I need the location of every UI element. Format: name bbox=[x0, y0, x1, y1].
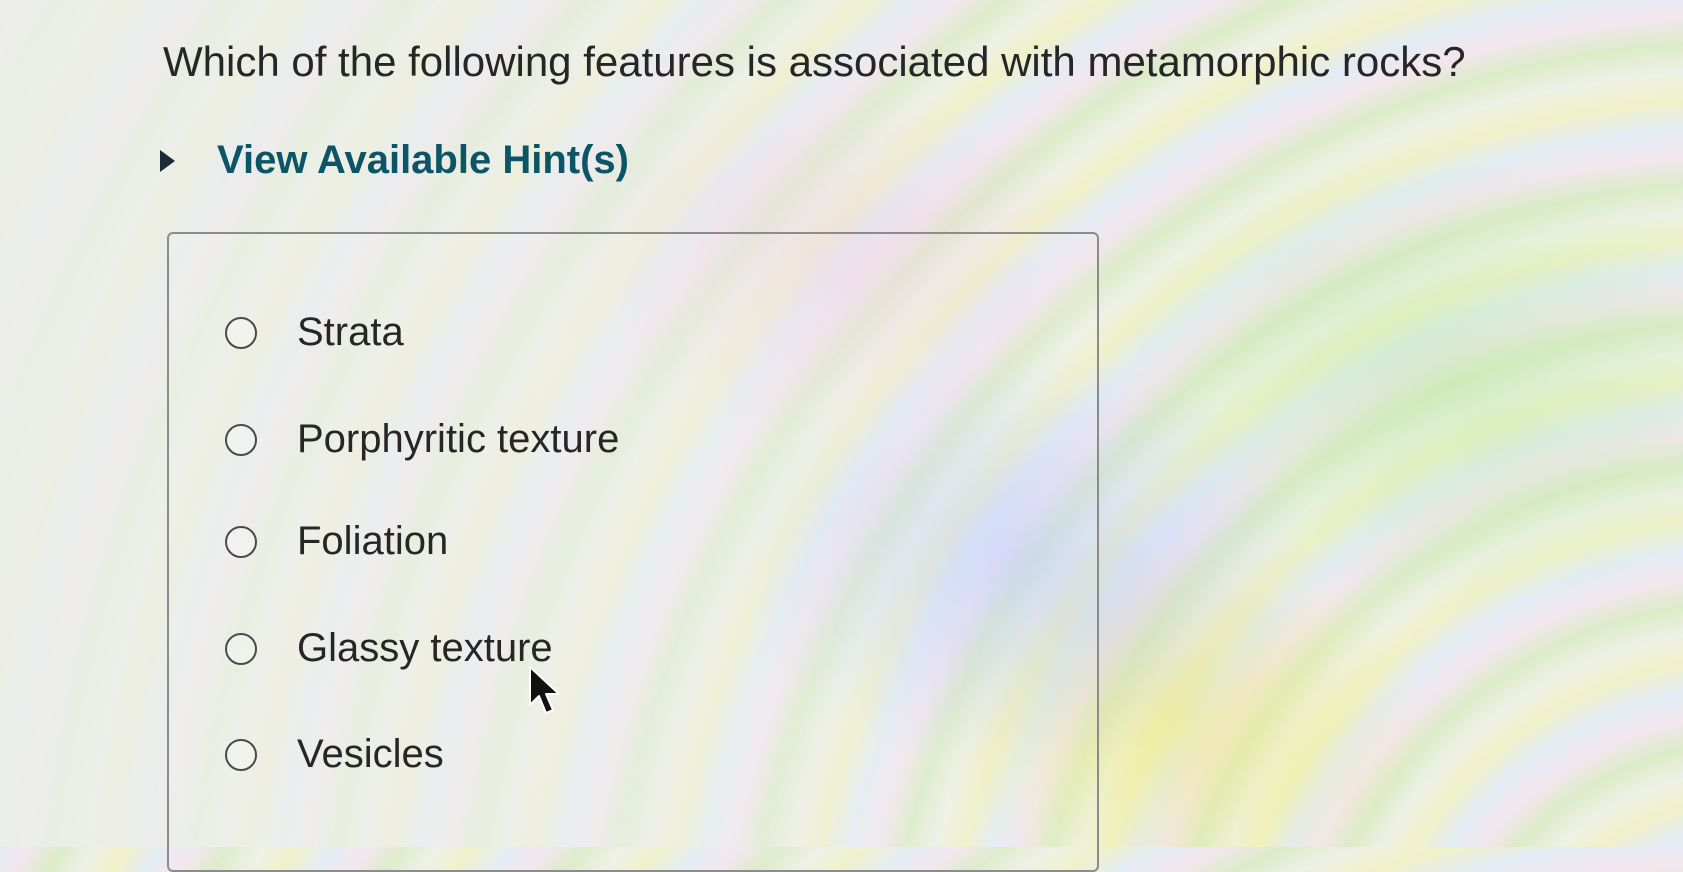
view-hints-toggle[interactable]: View Available Hint(s) bbox=[160, 138, 629, 183]
option-label: Glassy texture bbox=[297, 626, 553, 670]
radio-button[interactable] bbox=[225, 316, 257, 349]
answer-options-panel: Strata Porphyritic texture Foliation Gla… bbox=[167, 232, 1099, 872]
radio-button[interactable] bbox=[225, 738, 257, 771]
radio-button[interactable] bbox=[225, 423, 257, 456]
option-strata[interactable]: Strata bbox=[225, 310, 404, 355]
question-text: Which of the following features is assoc… bbox=[163, 38, 1466, 85]
option-vesicles[interactable]: Vesicles bbox=[225, 732, 444, 777]
view-hints-label: View Available Hint(s) bbox=[217, 138, 629, 182]
disclosure-triangle-right-icon bbox=[160, 149, 175, 172]
option-label: Foliation bbox=[297, 519, 449, 563]
option-label: Vesicles bbox=[297, 732, 444, 776]
option-label: Strata bbox=[297, 310, 404, 354]
option-glassy-texture[interactable]: Glassy texture bbox=[225, 626, 553, 671]
mouse-pointer-icon bbox=[529, 666, 560, 714]
option-porphyritic-texture[interactable]: Porphyritic texture bbox=[225, 417, 619, 462]
option-label: Porphyritic texture bbox=[297, 417, 620, 461]
radio-button[interactable] bbox=[225, 632, 257, 665]
option-foliation[interactable]: Foliation bbox=[225, 519, 448, 564]
radio-button[interactable] bbox=[225, 525, 257, 558]
